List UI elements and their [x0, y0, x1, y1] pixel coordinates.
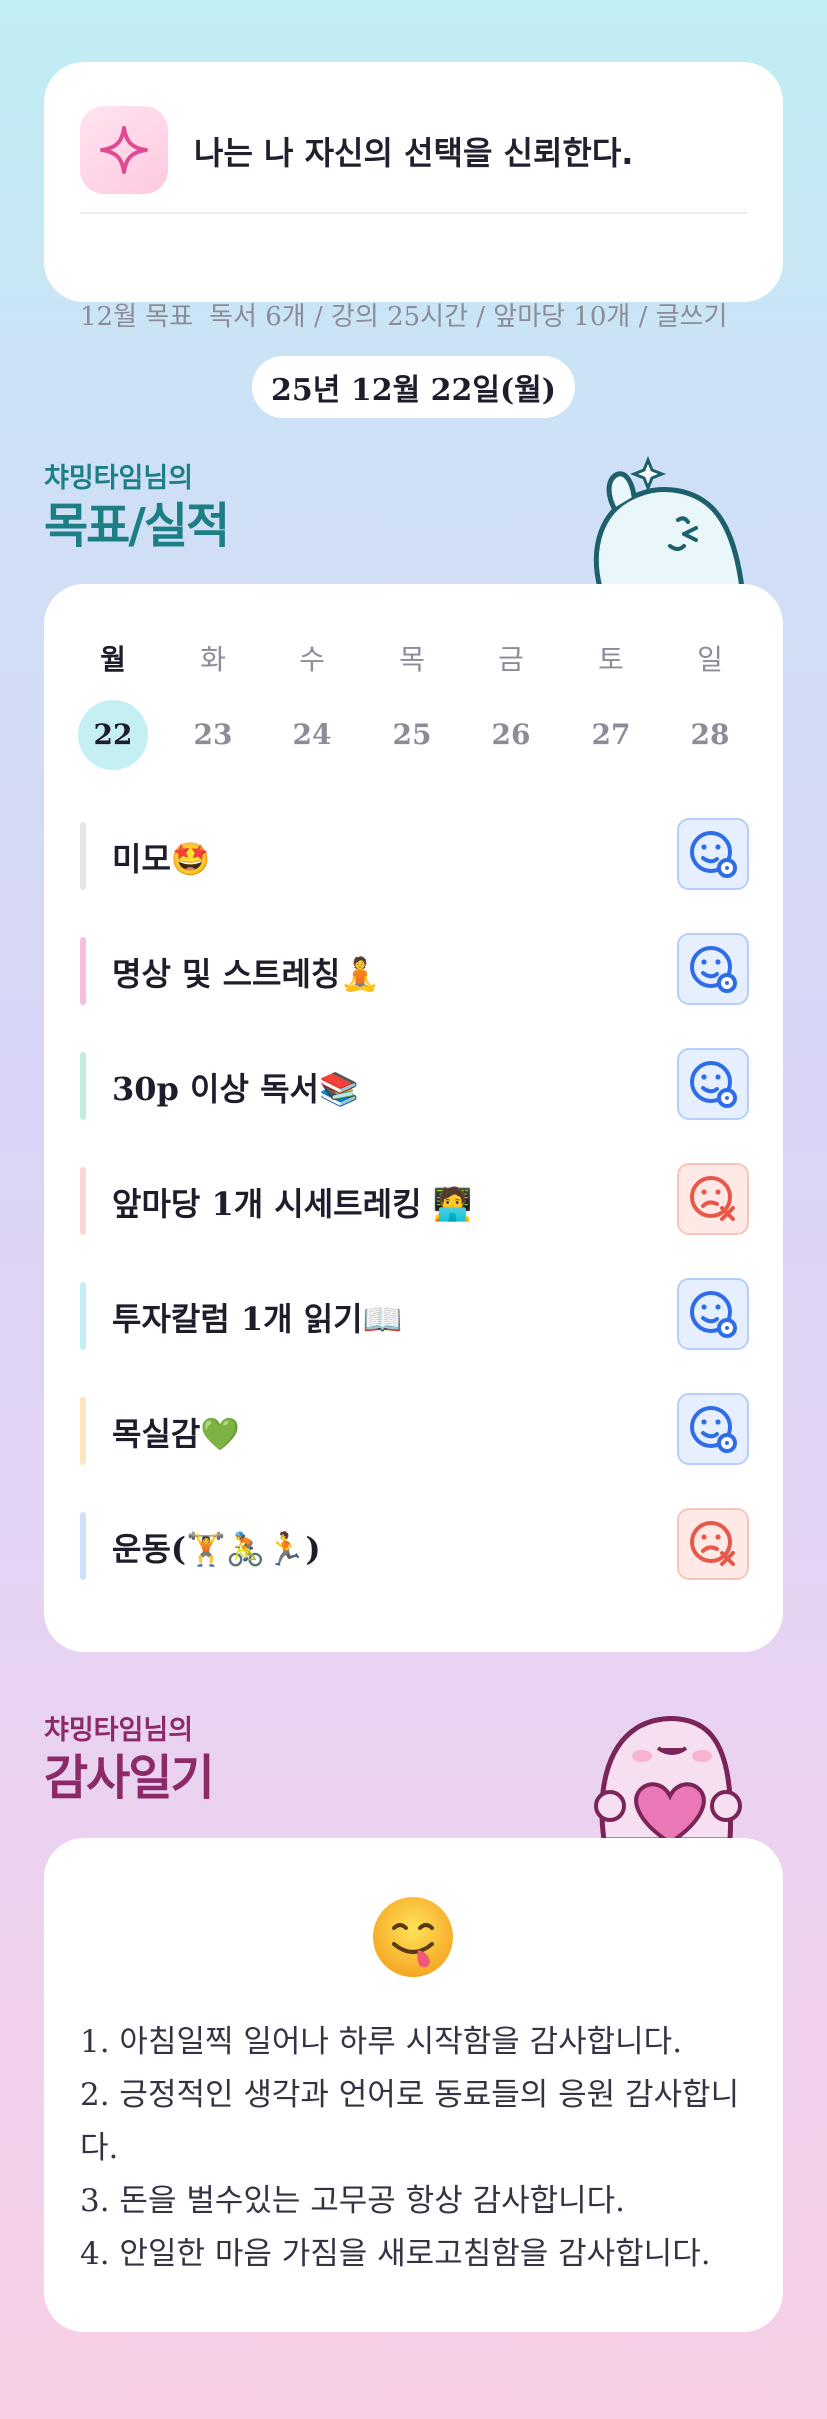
ghost-mascot-icon — [580, 448, 750, 591]
gratitude-list: 1. 아침일찍 일어나 하루 시작함을 감사합니다. 2. 긍정적인 생각과 언어… — [80, 2016, 747, 2281]
weekday-label: 금 — [498, 643, 524, 676]
goal-color-bar — [80, 822, 86, 890]
date-button[interactable]: 28 — [675, 700, 745, 770]
date-button[interactable]: 22 — [78, 700, 148, 770]
goal-label: 운동(🏋️🚴🏃) — [112, 1530, 321, 1568]
smile-check-icon[interactable] — [677, 1048, 749, 1120]
date-button[interactable]: 27 — [576, 700, 646, 770]
smile-check-icon[interactable] — [677, 1278, 749, 1350]
motto-text: 나는 나 자신의 선택을 신뢰한다. — [194, 134, 634, 172]
gratitude-line: 1. 아침일찍 일어나 하루 시작함을 감사합니다. — [80, 2024, 683, 2060]
goal-color-bar — [80, 937, 86, 1005]
date-pill[interactable]: 25년 12월 22일(월) — [252, 356, 575, 418]
weekday-label: 토 — [598, 643, 624, 676]
goal-row[interactable]: 미모🤩 — [80, 818, 749, 890]
goal-row[interactable]: 목실감💚 — [80, 1393, 749, 1465]
weekday-label: 월 — [100, 643, 126, 676]
motto-card: 나는 나 자신의 선택을 신뢰한다. 12월 목표 독서 6개 / 강의 25시간… — [44, 62, 783, 332]
goal-label: 30p 이상 독서📚 — [112, 1070, 359, 1108]
gratitude-line: 2. 긍정적인 생각과 언어로 동료들의 응원 감사합니다. — [80, 2077, 740, 2166]
smile-check-icon[interactable] — [677, 933, 749, 1005]
smile-check-icon[interactable] — [677, 1393, 749, 1465]
date-button[interactable]: 23 — [178, 700, 248, 770]
goal-label: 미모🤩 — [112, 840, 211, 878]
weekday-label: 화 — [200, 643, 226, 676]
goal-label: 앞마당 1개 시세트레킹 🧑‍💻 — [112, 1185, 473, 1223]
gratitude-line: 3. 돈을 벌수있는 고무공 항상 감사합니다. — [80, 2183, 626, 2219]
goal-label: 명상 및 스트레칭🧘 — [112, 955, 381, 993]
goal-row[interactable]: 앞마당 1개 시세트레킹 🧑‍💻 — [80, 1163, 749, 1235]
goal-row[interactable]: 투자칼럼 1개 읽기📖 — [80, 1278, 749, 1350]
monthly-goal-line: 12월 목표 독서 6개 / 강의 25시간 / 앞마당 10개 / 글쓰기 — [80, 296, 747, 336]
date-button[interactable]: 26 — [476, 700, 546, 770]
goals-card: 월 화 수 목 금 토 일 22 23 24 25 26 27 28 미모🤩 명상 및 스트레칭🧘 30p … — [44, 584, 783, 1652]
smile-check-icon[interactable] — [677, 818, 749, 890]
goal-color-bar — [80, 1397, 86, 1465]
weekday-label: 수 — [299, 643, 325, 676]
date-button[interactable]: 24 — [277, 700, 347, 770]
gratitude-title: 감사일기 — [44, 1750, 215, 1806]
goal-color-bar — [80, 1167, 86, 1235]
goal-color-bar — [80, 1512, 86, 1580]
goal-row[interactable]: 명상 및 스트레칭🧘 — [80, 933, 749, 1005]
goal-label: 목실감💚 — [112, 1415, 241, 1453]
sparkle-icon — [80, 106, 168, 194]
divider — [80, 212, 747, 214]
sad-x-icon[interactable] — [677, 1163, 749, 1235]
heart-mascot-icon — [580, 1706, 750, 1843]
date-button[interactable]: 25 — [377, 700, 447, 770]
goal-color-bar — [80, 1052, 86, 1120]
goal-row[interactable]: 운동(🏋️🚴🏃) — [80, 1508, 749, 1580]
goal-label: 투자칼럼 1개 읽기📖 — [112, 1300, 403, 1338]
sad-x-icon[interactable] — [677, 1508, 749, 1580]
monthly-goal-text: 독서 6개 / 강의 25시간 / 앞마당 10개 / 글쓰기 — [209, 302, 728, 332]
gratitude-line: 4. 안일한 마음 가짐을 새로고침함을 감사합니다. — [80, 2236, 711, 2272]
goal-row[interactable]: 30p 이상 독서📚 — [80, 1048, 749, 1120]
goals-title: 목표/실적 — [44, 498, 230, 554]
gratitude-card: 1. 아침일찍 일어나 하루 시작함을 감사합니다. 2. 긍정적인 생각과 언어… — [44, 1838, 783, 2332]
weekday-label: 목 — [399, 643, 425, 676]
monthly-goal-label: 12월 목표 — [80, 302, 194, 332]
goal-color-bar — [80, 1282, 86, 1350]
weekday-label: 일 — [697, 643, 723, 676]
yum-face-icon — [370, 1894, 456, 1980]
